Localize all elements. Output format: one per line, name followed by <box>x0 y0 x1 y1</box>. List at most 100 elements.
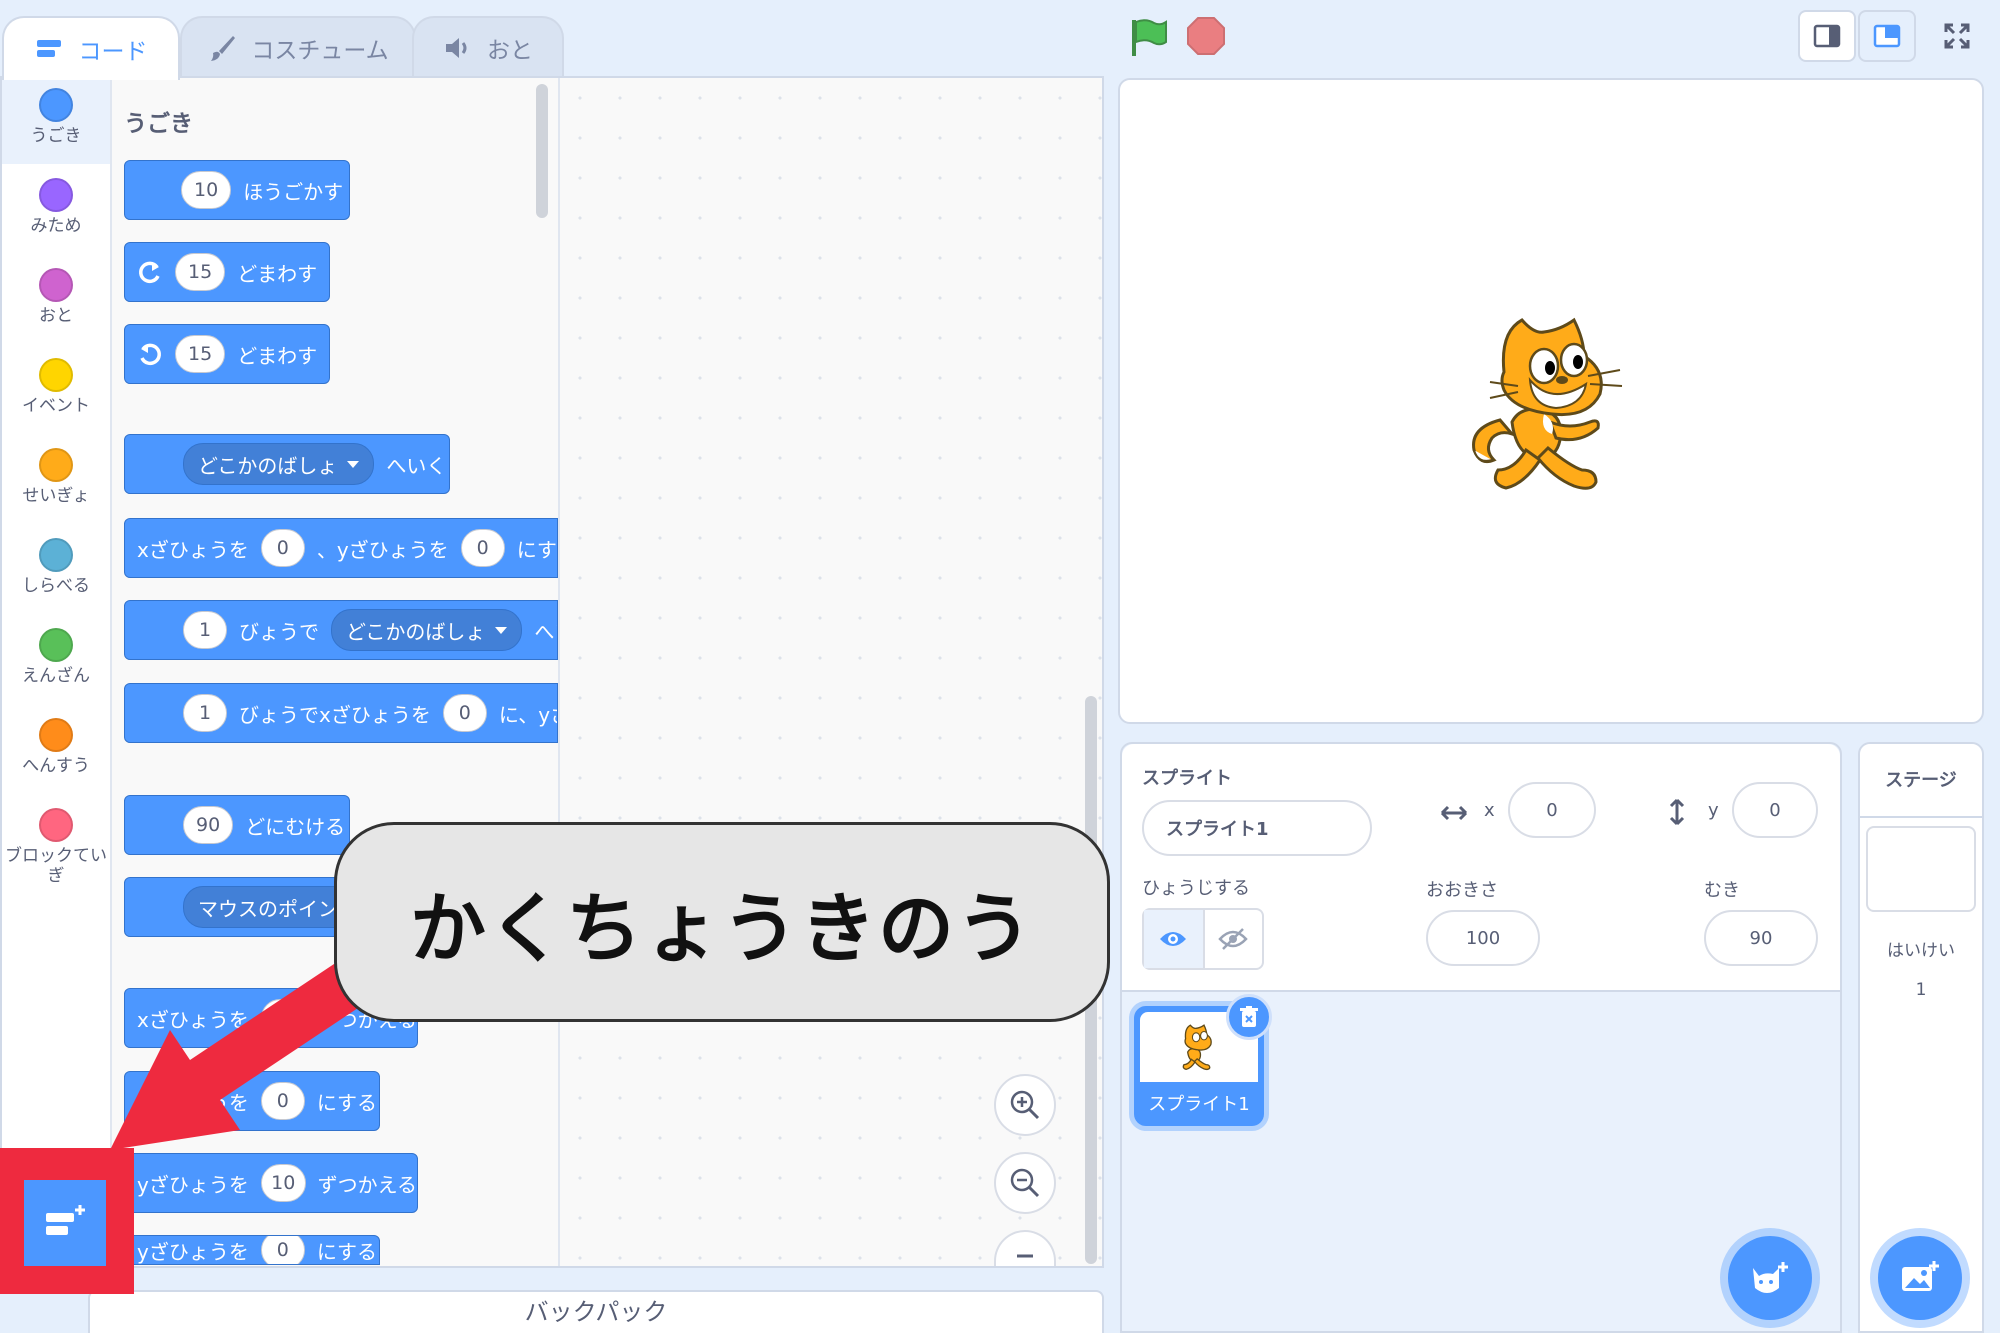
small-stage-icon <box>1813 24 1841 48</box>
vertical-arrows-icon <box>1669 798 1685 826</box>
category-dot <box>39 538 73 572</box>
block-set-y[interactable]: yざひょうを 0 にする <box>124 1235 380 1265</box>
category-motion[interactable]: うごき <box>2 78 110 164</box>
tab-costumes[interactable]: コスチューム <box>180 16 416 78</box>
y-position-value: 0 <box>1769 799 1781 821</box>
block-text: に、yざ <box>498 702 557 727</box>
block-text: yざひょうを <box>137 1172 249 1197</box>
dropdown-arrow-icon <box>347 460 360 468</box>
green-flag-icon <box>1132 19 1167 56</box>
add-backdrop-button[interactable] <box>1878 1236 1962 1320</box>
block-text: にする <box>516 537 557 562</box>
size-label: おおきさ <box>1426 880 1498 901</box>
category-events[interactable]: イベント <box>2 348 110 434</box>
add-sprite-button[interactable] <box>1728 1236 1812 1320</box>
delete-sprite-button[interactable] <box>1226 994 1272 1040</box>
tab-sounds[interactable]: おと <box>412 16 564 78</box>
green-flag-button[interactable] <box>1126 14 1172 60</box>
category-operators[interactable]: えんざん <box>2 618 110 704</box>
block-go-to-xy[interactable]: xざひょうを 0 、yざひょうを 0 にする <box>124 518 558 578</box>
backpack-header[interactable]: バックパック <box>88 1290 1104 1333</box>
code-icon <box>36 40 61 57</box>
fullscreen-button[interactable] <box>1928 10 1986 62</box>
category-label: イベント <box>22 396 90 416</box>
block-point-towards[interactable]: マウスのポインター <box>124 877 364 937</box>
category-sound[interactable]: おと <box>2 258 110 344</box>
stage-panel-title: ステージ <box>1885 770 1957 791</box>
category-variables[interactable]: へんすう <box>2 708 110 794</box>
tab-code-label: コード <box>78 39 148 65</box>
block-text: ずつかえる <box>317 1172 417 1197</box>
category-label: せいぎょ <box>22 486 90 506</box>
block-input[interactable]: 0 <box>460 529 505 567</box>
direction-field[interactable]: 90 <box>1704 910 1818 966</box>
sprite-label: スプライト <box>1142 768 1232 789</box>
block-dropdown-text: どこかのばしょ <box>346 619 486 644</box>
direction-value: 90 <box>1749 927 1773 949</box>
block-input[interactable]: 15 <box>175 335 226 373</box>
x-position-value: 0 <box>1546 799 1558 821</box>
cat-thumbnail-icon <box>1182 1024 1212 1071</box>
zoom-out-button[interactable] <box>994 1152 1056 1214</box>
category-my-blocks[interactable]: ブロックてい ぎ <box>2 798 110 898</box>
block-text: yざひょうを <box>137 1239 249 1264</box>
category-looks[interactable]: みため <box>2 168 110 254</box>
category-dot <box>39 268 73 302</box>
block-text: ほうごかす <box>243 179 344 204</box>
category-dot <box>39 718 73 752</box>
palette-scrollbar[interactable] <box>536 84 548 218</box>
annotation-callout: かくちょうきのう <box>334 822 1110 1022</box>
block-glide[interactable]: 1 びょうで どこかのばしょ へいく <box>124 600 558 660</box>
x-position-field[interactable]: 0 <box>1508 782 1596 838</box>
backdrop-thumbnail[interactable] <box>1866 826 1976 912</box>
sprite-tile-label: スプライト1 <box>1148 1094 1250 1115</box>
block-dropdown-text: どこかのばしょ <box>198 453 338 478</box>
block-input[interactable]: 1 <box>183 694 227 732</box>
block-glide-xy[interactable]: 1 びょうでxざひょうを 0 に、yざ <box>124 683 558 743</box>
trash-icon <box>1240 1006 1258 1027</box>
rotate-left-icon <box>140 343 161 366</box>
block-text: へいく <box>386 453 447 478</box>
block-input[interactable]: 15 <box>175 253 226 291</box>
normal-stage-button[interactable] <box>1858 10 1916 62</box>
horizontal-arrows-icon <box>1440 805 1468 821</box>
small-stage-button[interactable] <box>1798 10 1856 62</box>
show-sprite-button[interactable] <box>1144 910 1205 968</box>
cat-sprite-image[interactable] <box>1460 310 1650 496</box>
block-text: どにむける <box>245 814 346 839</box>
block-text: どまわす <box>237 343 318 368</box>
y-position-field[interactable]: 0 <box>1732 782 1818 838</box>
block-dropdown[interactable]: どこかのばしょ <box>183 443 375 485</box>
equals-icon <box>1017 1254 1033 1258</box>
block-move-steps[interactable]: 10 ほうごかす <box>124 160 350 220</box>
size-field[interactable]: 100 <box>1426 910 1540 966</box>
category-sensing[interactable]: しらべる <box>2 528 110 614</box>
hide-sprite-button[interactable] <box>1205 910 1262 968</box>
block-input[interactable]: 90 <box>183 806 234 844</box>
category-label: しらべる <box>22 576 90 596</box>
block-input[interactable]: 0 <box>260 1236 305 1264</box>
zoom-out-icon <box>1010 1168 1040 1198</box>
block-input[interactable]: 0 <box>442 694 487 732</box>
fullscreen-icon <box>1944 23 1970 49</box>
block-input[interactable]: 10 <box>181 171 232 209</box>
tab-sounds-label: おと <box>487 38 533 64</box>
block-go-to[interactable]: どこかのばしょ へいく <box>124 434 450 494</box>
block-input[interactable]: 0 <box>260 529 305 567</box>
block-turn-left[interactable]: 15 どまわす <box>124 324 330 384</box>
add-extension-button[interactable] <box>24 1180 106 1266</box>
brush-icon <box>211 36 236 61</box>
sprite-name-field[interactable]: スプライト1 <box>1142 800 1372 856</box>
category-control[interactable]: せいぎょ <box>2 438 110 524</box>
block-point-direction[interactable]: 90 どにむける <box>124 795 350 855</box>
stop-button[interactable] <box>1186 16 1226 56</box>
block-text: にする <box>316 1239 378 1264</box>
zoom-in-button[interactable] <box>994 1074 1056 1136</box>
tab-code[interactable]: コード <box>2 16 180 80</box>
category-label: えんざん <box>22 666 90 686</box>
block-dropdown[interactable]: どこかのばしょ <box>331 609 523 651</box>
block-text: へいく <box>534 619 557 644</box>
direction-label: むき <box>1704 880 1740 901</box>
block-input[interactable]: 1 <box>183 611 227 649</box>
block-turn-right[interactable]: 15 どまわす <box>124 242 330 302</box>
